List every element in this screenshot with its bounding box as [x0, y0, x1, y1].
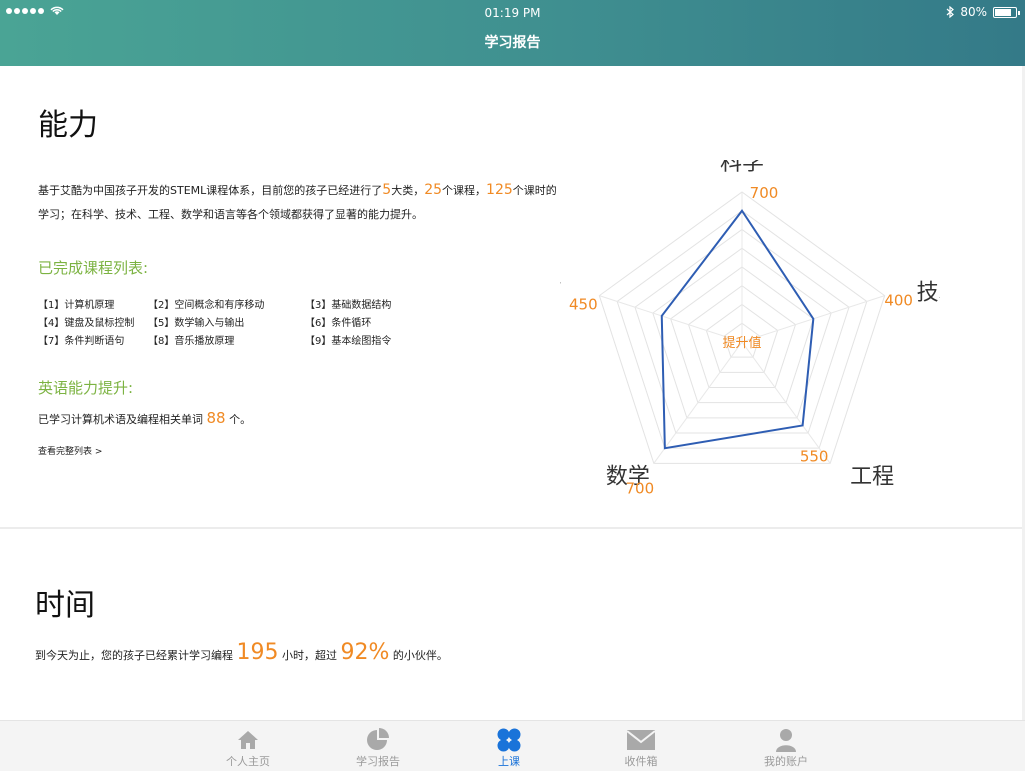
course-item: 【4】键盘及鼠标控制 [38, 318, 135, 329]
time-text-1: 到今天为止，您的孩子已经累计学习编程 [35, 649, 233, 662]
tab-label: 学习报告 [356, 755, 400, 768]
battery-percent: 80% [960, 5, 987, 19]
courses-count: 25 [424, 182, 443, 198]
ability-intro: 基于艾酷为中国孩子开发的STEML课程体系，目前您的孩子已经进行了5大类，25个… [38, 178, 558, 227]
top-bar: 01:19 PM 80% 学习报告 [0, 0, 1025, 66]
radar-center-label: 提升值 [722, 335, 761, 351]
tab-label: 我的账户 [764, 755, 808, 768]
tab-label: 收件箱 [624, 755, 658, 768]
total-hours: 195 [236, 640, 279, 665]
course-item: 【9】基本绘图指令 [305, 336, 392, 347]
tab-label: 上课 [498, 755, 520, 768]
course-item: 【3】基础数据结构 [305, 300, 392, 311]
course-item: 【8】音乐播放原理 [148, 336, 235, 347]
clover-icon [497, 728, 521, 752]
categories-count: 5 [382, 182, 392, 198]
tab-inbox[interactable]: 收件箱 [601, 727, 681, 769]
tab-class[interactable]: 上课 [469, 727, 549, 769]
tab-account[interactable]: 我的账户 [746, 727, 826, 769]
percentile: 92% [340, 640, 390, 665]
status-time: 01:19 PM [484, 6, 541, 20]
intro-text-3: 个课程， [442, 184, 487, 197]
radar-value-label: 450 [569, 296, 598, 314]
hours-count: 125 [486, 182, 513, 198]
course-item: 【1】计算机原理 [38, 300, 115, 311]
status-bar: 01:19 PM 80% [0, 0, 1025, 26]
tab-label: 个人主页 [226, 755, 270, 768]
time-text-2: 小时，超过 [282, 649, 337, 662]
tab-report[interactable]: 学习报告 [338, 727, 418, 769]
course-list: 【1】计算机原理 【2】空间概念和有序移动 【3】基础数据结构 【4】键盘及鼠标… [38, 296, 418, 347]
completed-courses-title: 已完成课程列表: [38, 259, 149, 277]
view-all-link[interactable]: 查看完整列表 > [38, 444, 102, 457]
english-title: 英语能力提升: [38, 379, 134, 397]
intro-text-2: 大类， [391, 184, 425, 197]
vocab-line: 已学习计算机术语及编程相关单词 88 个。 [38, 409, 251, 427]
tab-bar: 个人主页 学习报告 上课 收件箱 我的账户 [0, 720, 1025, 771]
course-item: 【5】数学输入与输出 [148, 318, 245, 329]
course-item: 【2】空间概念和有序移动 [148, 300, 265, 311]
radar-value-label: 700 [626, 479, 655, 497]
radar-axis-label: 科学 [720, 160, 764, 176]
home-icon [238, 731, 258, 749]
radar-axis-label: 语言 [560, 279, 561, 304]
time-title: 时间 [35, 588, 95, 623]
ability-title: 能力 [38, 108, 98, 143]
mail-icon [626, 730, 656, 750]
vocab-text-2: 个。 [229, 413, 252, 426]
radar-value-label: 550 [800, 447, 829, 465]
time-summary: 到今天为止，您的孩子已经累计学习编程 195 小时，超过 92% 的小伙伴。 [35, 640, 448, 665]
course-item: 【6】条件循环 [305, 318, 372, 329]
status-right: 80% [946, 5, 1020, 19]
radar-axis-label: 工程 [850, 464, 894, 489]
intro-text-1: 基于艾酷为中国孩子开发的STEML课程体系，目前您的孩子已经进行了 [38, 184, 383, 197]
user-icon [776, 729, 796, 752]
radar-value-label: 700 [750, 184, 779, 202]
section-divider [0, 527, 1025, 529]
page-title: 学习报告 [484, 35, 541, 51]
vocab-text-1: 已学习计算机术语及编程相关单词 [38, 413, 203, 426]
pie-chart-icon [367, 728, 389, 750]
ability-radar-chart: 提升值科学700技术400工程550数学700语言450 [560, 160, 940, 497]
tab-home[interactable]: 个人主页 [208, 727, 288, 769]
radar-value-label: 400 [884, 292, 913, 310]
time-text-3: 的小伙伴。 [392, 649, 448, 662]
radar-axis-label: 技术 [917, 281, 940, 306]
battery-icon [993, 6, 1020, 18]
vocab-count: 88 [206, 409, 226, 427]
battery-fill [995, 8, 1011, 16]
course-item: 【7】条件判断语句 [38, 336, 125, 347]
bluetooth-icon [946, 6, 955, 18]
